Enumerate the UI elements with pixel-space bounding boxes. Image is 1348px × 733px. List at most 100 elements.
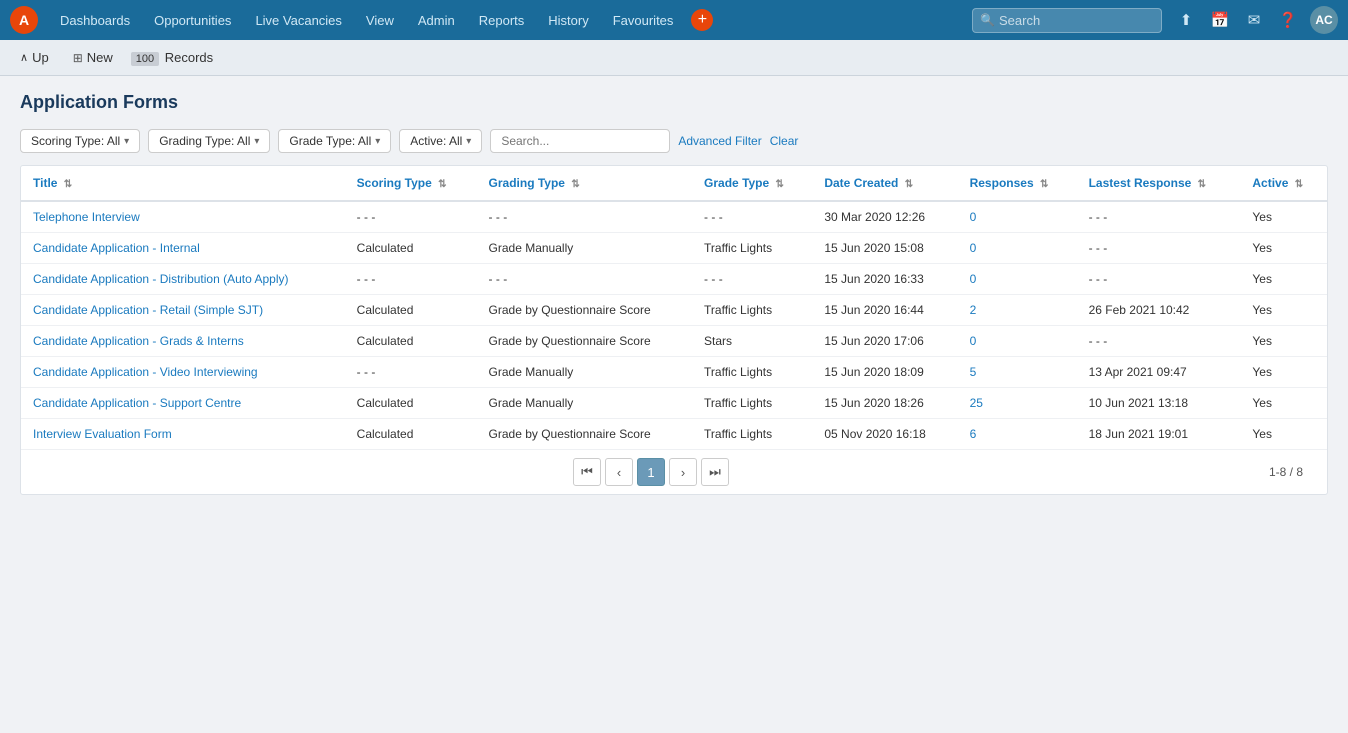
cell-grading-type: - - - — [477, 264, 693, 295]
nav-admin[interactable]: Admin — [408, 9, 465, 32]
active-filter[interactable]: Active: All ▾ — [399, 129, 482, 153]
title-link[interactable]: Interview Evaluation Form — [33, 427, 172, 441]
sort-icon: ⇅ — [1295, 179, 1303, 190]
title-link[interactable]: Candidate Application - Distribution (Au… — [33, 272, 288, 286]
grading-type-filter[interactable]: Grading Type: All ▾ — [148, 129, 270, 153]
upload-icon[interactable]: ⬆ — [1174, 8, 1198, 32]
cell-responses: 2 — [958, 295, 1077, 326]
cell-lastest-response: 26 Feb 2021 10:42 — [1077, 295, 1241, 326]
last-page-button[interactable]: ⏭ — [701, 458, 729, 486]
email-icon[interactable]: ✉ — [1242, 8, 1266, 32]
col-grade-type[interactable]: Grade Type ⇅ — [692, 166, 812, 201]
title-link[interactable]: Candidate Application - Video Interviewi… — [33, 365, 258, 379]
cell-lastest-response: 13 Apr 2021 09:47 — [1077, 357, 1241, 388]
cell-title: Telephone Interview — [21, 201, 345, 233]
col-responses[interactable]: Responses ⇅ — [958, 166, 1077, 201]
filter-search-input[interactable] — [490, 129, 670, 153]
cell-grading-type: - - - — [477, 201, 693, 233]
table-container: Title ⇅ Scoring Type ⇅ Grading Type ⇅ Gr… — [20, 165, 1328, 495]
table-row: Interview Evaluation Form Calculated Gra… — [21, 419, 1327, 450]
new-button[interactable]: ⊞ New — [65, 47, 121, 68]
scoring-type-filter[interactable]: Scoring Type: All ▾ — [20, 129, 140, 153]
avatar[interactable]: AC — [1310, 6, 1338, 34]
cell-grade-type: Stars — [692, 326, 812, 357]
responses-link[interactable]: 6 — [970, 427, 977, 441]
responses-link[interactable]: 25 — [970, 396, 983, 410]
cell-title: Candidate Application - Support Centre — [21, 388, 345, 419]
cell-date-created: 15 Jun 2020 17:06 — [812, 326, 957, 357]
cell-lastest-response: - - - — [1077, 233, 1241, 264]
cell-grading-type: Grade Manually — [477, 388, 693, 419]
next-page-button[interactable]: › — [669, 458, 697, 486]
toolbar: ∧ Up ⊞ New 100 Records — [0, 40, 1348, 76]
app-logo[interactable]: A — [10, 6, 38, 34]
up-button[interactable]: ∧ Up — [12, 47, 57, 68]
sort-icon: ⇅ — [438, 179, 446, 190]
responses-link[interactable]: 2 — [970, 303, 977, 317]
table-row: Candidate Application - Distribution (Au… — [21, 264, 1327, 295]
nav-favourites[interactable]: Favourites — [603, 9, 684, 32]
table-row: Candidate Application - Video Interviewi… — [21, 357, 1327, 388]
advanced-filter-link[interactable]: Advanced Filter — [678, 134, 761, 148]
title-link[interactable]: Candidate Application - Support Centre — [33, 396, 241, 410]
search-input[interactable] — [972, 8, 1162, 33]
cell-title: Candidate Application - Video Interviewi… — [21, 357, 345, 388]
clear-filter-link[interactable]: Clear — [770, 134, 799, 148]
prev-page-button[interactable]: ‹ — [605, 458, 633, 486]
cell-lastest-response: 18 Jun 2021 19:01 — [1077, 419, 1241, 450]
sort-icon: ⇅ — [571, 179, 579, 190]
nav-dashboards[interactable]: Dashboards — [50, 9, 140, 32]
cell-active: Yes — [1240, 201, 1327, 233]
col-date-created[interactable]: Date Created ⇅ — [812, 166, 957, 201]
sort-icon: ⇅ — [1040, 179, 1048, 190]
cell-title: Candidate Application - Grads & Interns — [21, 326, 345, 357]
chevron-down-icon: ▾ — [375, 136, 380, 147]
cell-responses: 0 — [958, 264, 1077, 295]
calendar-icon[interactable]: 📅 — [1208, 8, 1232, 32]
col-grading-type[interactable]: Grading Type ⇅ — [477, 166, 693, 201]
table-row: Telephone Interview - - - - - - - - - 30… — [21, 201, 1327, 233]
page-1-button[interactable]: 1 — [637, 458, 665, 486]
col-scoring-type[interactable]: Scoring Type ⇅ — [345, 166, 477, 201]
cell-scoring-type: - - - — [345, 357, 477, 388]
cell-active: Yes — [1240, 264, 1327, 295]
nav-reports[interactable]: Reports — [469, 9, 535, 32]
responses-link[interactable]: 0 — [970, 241, 977, 255]
title-link[interactable]: Candidate Application - Grads & Interns — [33, 334, 244, 348]
cell-grade-type: Traffic Lights — [692, 357, 812, 388]
help-icon[interactable]: ❓ — [1276, 8, 1300, 32]
cell-lastest-response: - - - — [1077, 201, 1241, 233]
col-lastest-response[interactable]: Lastest Response ⇅ — [1077, 166, 1241, 201]
first-page-button[interactable]: ⏮ — [573, 458, 601, 486]
chevron-down-icon: ▾ — [466, 136, 471, 147]
responses-link[interactable]: 5 — [970, 365, 977, 379]
col-title[interactable]: Title ⇅ — [21, 166, 345, 201]
nav-history[interactable]: History — [538, 9, 598, 32]
nav-opportunities[interactable]: Opportunities — [144, 9, 241, 32]
nav-plus-button[interactable]: + — [691, 9, 713, 31]
col-active[interactable]: Active ⇅ — [1240, 166, 1327, 201]
cell-responses: 5 — [958, 357, 1077, 388]
cell-grading-type: Grade by Questionnaire Score — [477, 419, 693, 450]
cell-grade-type: Traffic Lights — [692, 233, 812, 264]
nav-live-vacancies[interactable]: Live Vacancies — [245, 9, 351, 32]
cell-grade-type: Traffic Lights — [692, 419, 812, 450]
sort-icon: ⇅ — [1198, 179, 1206, 190]
filters-row: Scoring Type: All ▾ Grading Type: All ▾ … — [20, 129, 1328, 153]
responses-link[interactable]: 0 — [970, 210, 977, 224]
title-link[interactable]: Telephone Interview — [33, 210, 140, 224]
responses-link[interactable]: 0 — [970, 334, 977, 348]
cell-scoring-type: Calculated — [345, 388, 477, 419]
nav-view[interactable]: View — [356, 9, 404, 32]
cell-date-created: 15 Jun 2020 16:44 — [812, 295, 957, 326]
cell-responses: 0 — [958, 233, 1077, 264]
cell-active: Yes — [1240, 357, 1327, 388]
pagination-wrapper: ⏮ ‹ 1 › ⏭ 1-8 / 8 — [21, 449, 1327, 494]
responses-link[interactable]: 0 — [970, 272, 977, 286]
cell-grading-type: Grade by Questionnaire Score — [477, 295, 693, 326]
cell-scoring-type: Calculated — [345, 295, 477, 326]
grade-type-filter[interactable]: Grade Type: All ▾ — [278, 129, 391, 153]
title-link[interactable]: Candidate Application - Retail (Simple S… — [33, 303, 263, 317]
title-link[interactable]: Candidate Application - Internal — [33, 241, 200, 255]
cell-date-created: 15 Jun 2020 18:09 — [812, 357, 957, 388]
